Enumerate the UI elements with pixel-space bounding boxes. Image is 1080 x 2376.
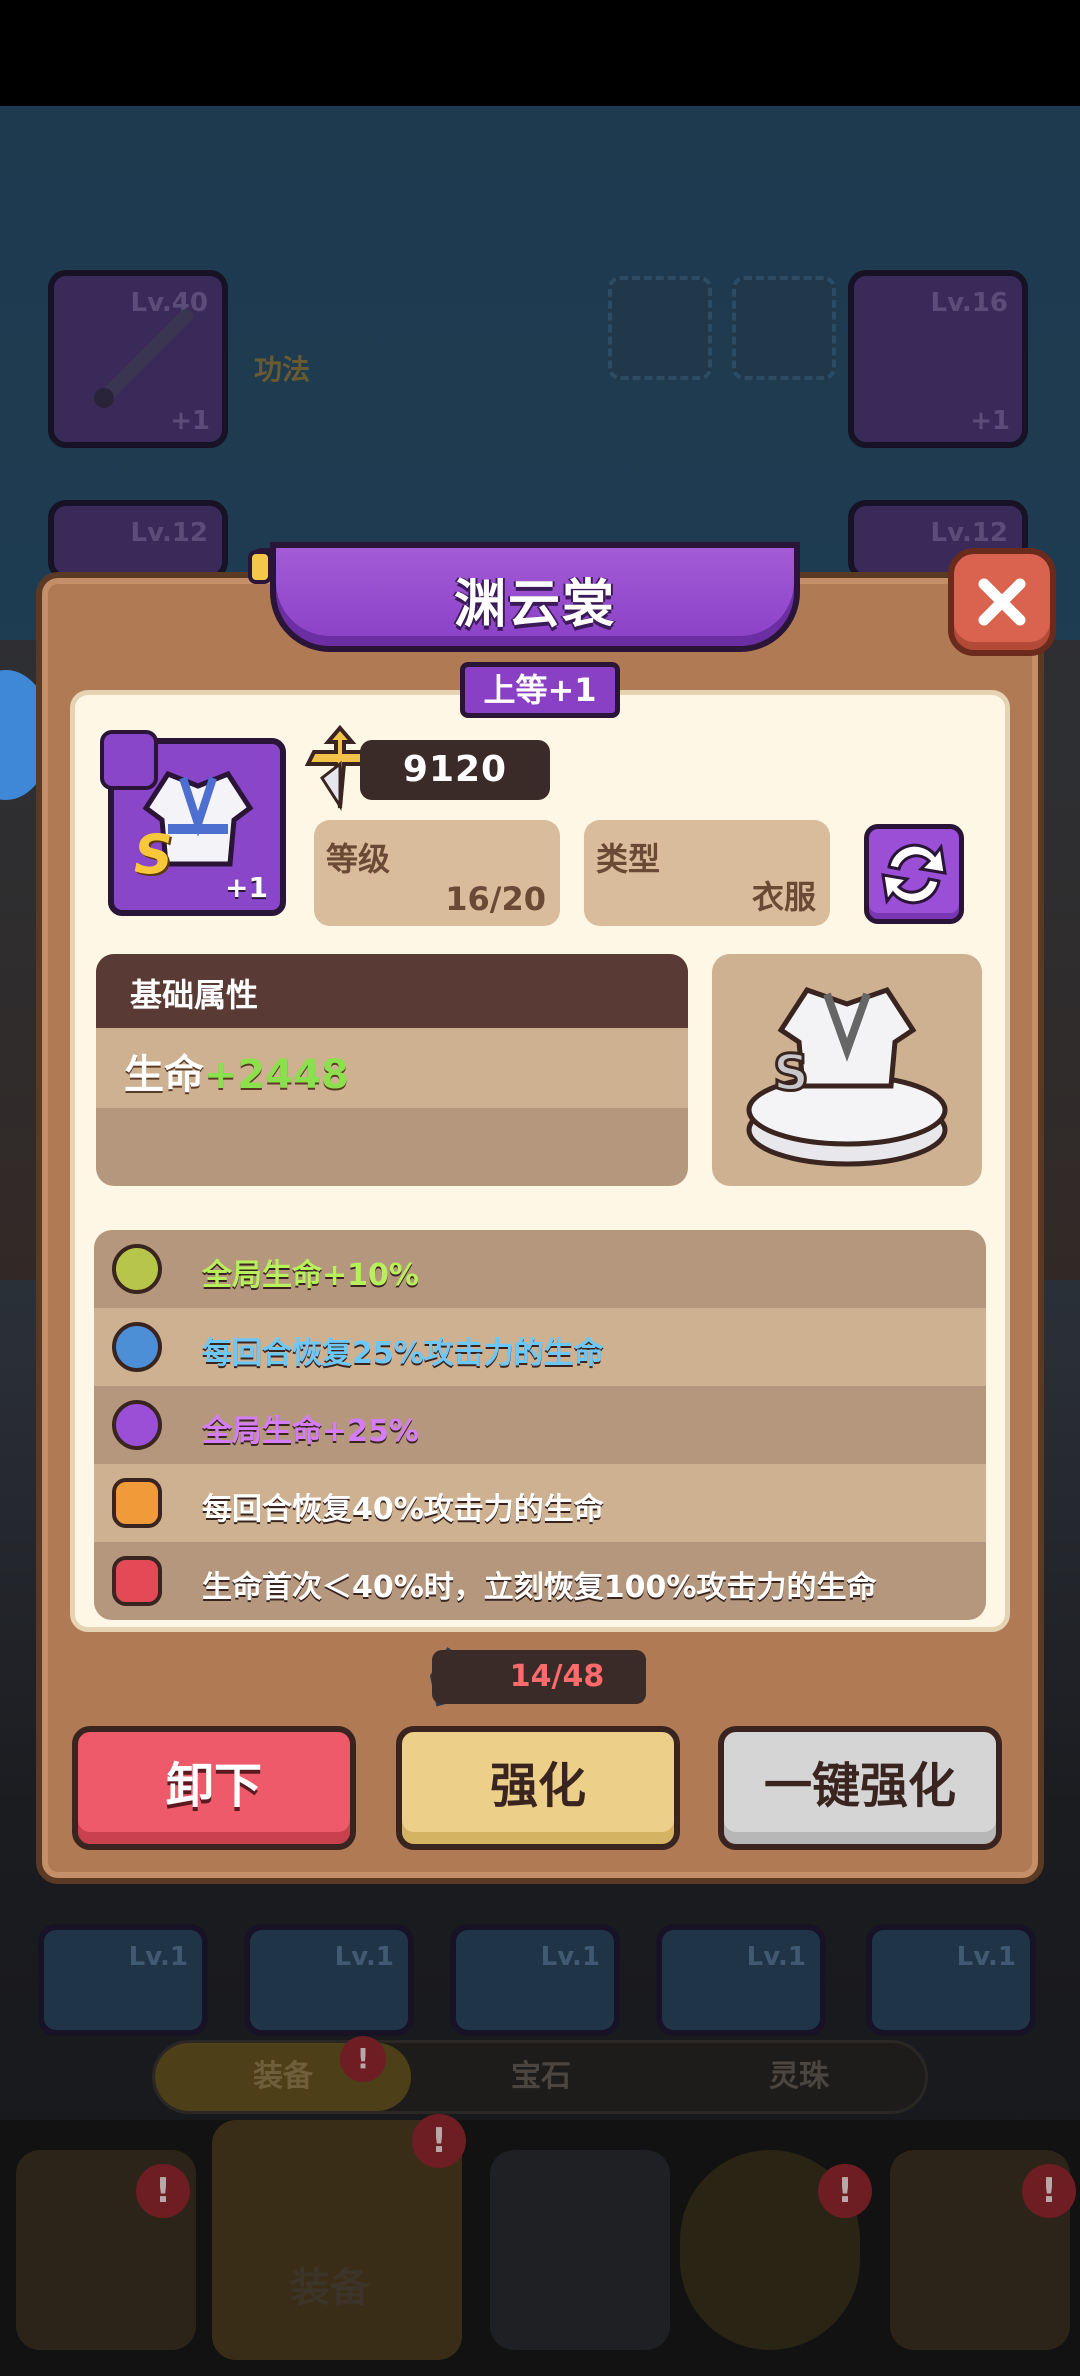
slot-plus: +1: [970, 406, 1010, 436]
svg-text:S: S: [773, 1044, 809, 1102]
bottom-slot[interactable]: Lv.1: [656, 1924, 826, 2036]
armor-type-icon: [100, 730, 158, 790]
tab-gems[interactable]: 宝石: [413, 2043, 669, 2111]
empty-slot[interactable]: [608, 276, 712, 380]
level-label: 等级: [326, 840, 391, 878]
item-tier: S: [134, 823, 173, 886]
red-lock-icon: [112, 1556, 162, 1606]
effect-row: 全局生命+10%: [94, 1230, 986, 1308]
effect-text: 每回合恢复25%攻击力的生命: [202, 1336, 604, 1371]
bottom-slot[interactable]: Lv.1: [244, 1924, 414, 2036]
orange-lock-icon: [112, 1478, 162, 1528]
type-card: 类型 衣服: [584, 820, 830, 926]
dock-alert-badge: !: [136, 2164, 190, 2218]
effect-text: 生命首次＜40%时，立刻恢复100%攻击力的生命: [202, 1570, 877, 1605]
bottom-slot[interactable]: Lv.1: [866, 1924, 1036, 2036]
close-icon: [978, 578, 1026, 626]
one-key-enhance-button[interactable]: 一键强化: [718, 1726, 1002, 1850]
slot-level: Lv.1: [746, 1942, 806, 1972]
title-rod-end: [248, 550, 272, 584]
green-orb-icon: [112, 1244, 162, 1294]
enhance-material-count: 14/48: [432, 1650, 646, 1704]
unequip-button[interactable]: 卸下: [72, 1726, 356, 1850]
slot-level: Lv.1: [334, 1942, 394, 1972]
bottom-slot[interactable]: Lv.1: [38, 1924, 208, 2036]
dock-equipment-label: 装备: [290, 2265, 370, 2311]
equip-slot-left-2[interactable]: Lv.12: [48, 500, 228, 580]
slot-plus: +1: [170, 406, 210, 436]
tab-spirit-orbs[interactable]: 灵珠: [671, 2043, 927, 2111]
dock-alert-badge: !: [1022, 2164, 1076, 2218]
level-value: 16/20: [445, 880, 546, 918]
status-bar: [0, 0, 1080, 106]
slot-level: Lv.12: [930, 518, 1008, 548]
item-title: 渊云裳: [453, 575, 616, 635]
base-attribute-row: 生命+2448: [96, 1028, 688, 1108]
effect-row: 每回合恢复40%攻击力的生命: [94, 1464, 986, 1542]
level-card: 等级 16/20: [314, 820, 560, 926]
slot-level: Lv.16: [930, 288, 1008, 318]
effect-text: 每回合恢复40%攻击力的生命: [202, 1492, 604, 1527]
dock-alert-badge: !: [818, 2164, 872, 2218]
base-attributes-header: 基础属性: [96, 954, 688, 1028]
slot-level: Lv.1: [540, 1942, 600, 1972]
effect-row: 生命首次＜40%时，立刻恢复100%攻击力的生命: [94, 1542, 986, 1620]
stat-name: 生命: [124, 1052, 204, 1098]
item-grade-badge: 上等+1: [460, 662, 620, 718]
base-attributes-title: 基础属性: [130, 976, 259, 1014]
empty-slot[interactable]: [732, 276, 836, 380]
slot-level: Lv.1: [956, 1942, 1016, 1972]
item-plus: +1: [225, 871, 268, 904]
base-attributes-panel: 基础属性 生命+2448: [96, 954, 688, 1186]
close-button[interactable]: [948, 548, 1056, 656]
bottom-slot[interactable]: Lv.1: [450, 1924, 620, 2036]
combat-power-value: 9120: [360, 740, 550, 800]
equip-slot-armor[interactable]: Lv.16 +1: [848, 270, 1028, 448]
category-tabs: 装备 宝石 灵珠: [152, 2040, 928, 2114]
blue-orb-icon: [112, 1322, 162, 1372]
stat-value: +2448: [204, 1052, 349, 1098]
swap-button[interactable]: [864, 824, 964, 924]
equip-slot-weapon[interactable]: Lv.40 +1: [48, 270, 228, 448]
slot-level: Lv.12: [130, 518, 208, 548]
tab-alert-badge: !: [340, 2036, 386, 2082]
swap-icon: [881, 843, 947, 905]
type-label: 类型: [596, 840, 661, 878]
effect-text: 全局生命+10%: [202, 1258, 419, 1293]
base-attribute: 生命+2448: [124, 1042, 349, 1100]
dock-battle-button[interactable]: [490, 2150, 670, 2350]
enhance-button[interactable]: 强化: [396, 1726, 680, 1850]
effect-text: 全局生命+25%: [202, 1414, 419, 1449]
dock-alert-badge: !: [412, 2114, 466, 2168]
effect-row: 每回合恢复25%攻击力的生命: [94, 1308, 986, 1386]
effects-list: 全局生命+10% 每回合恢复25%攻击力的生命 全局生命+25% 每回合恢复40…: [94, 1230, 986, 1620]
slot-level: Lv.1: [128, 1942, 188, 1972]
gongfa-label[interactable]: 功法: [254, 348, 310, 388]
item-preview: S: [712, 954, 982, 1186]
effect-row: 全局生命+25%: [94, 1386, 986, 1464]
robe-on-pedestal-icon: S: [746, 986, 948, 1167]
type-value: 衣服: [751, 878, 816, 916]
purple-orb-icon: [112, 1400, 162, 1450]
